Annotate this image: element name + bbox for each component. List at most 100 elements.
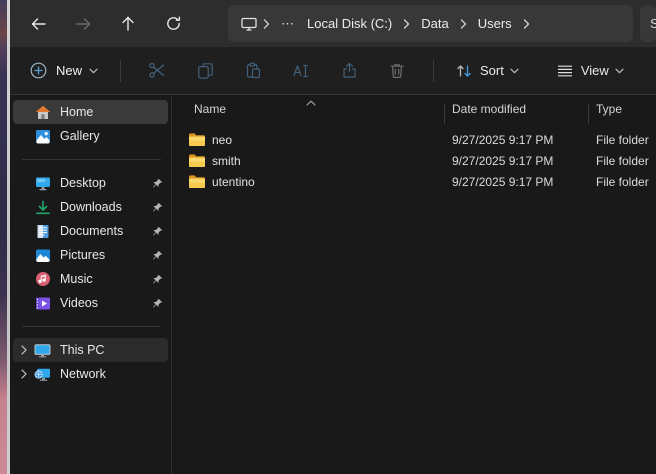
copy-button[interactable] [181, 54, 229, 88]
sidebar-item-documents[interactable]: Documents [13, 219, 168, 243]
share-button[interactable] [325, 54, 373, 88]
column-header-type[interactable]: Type [588, 102, 656, 116]
breadcrumb-chevron-icon [263, 19, 270, 29]
navigation-bar: ⋯ Local Disk (C:) Data Users Sea [10, 0, 656, 47]
folder-icon [189, 154, 205, 167]
chevron-down-icon [615, 68, 624, 74]
search-text: Sea [650, 16, 656, 31]
sidebar-item-pictures[interactable]: Pictures [13, 243, 168, 267]
home-icon [34, 104, 51, 121]
sidebar-item-label: Music [60, 272, 146, 286]
sort-ascending-caret-icon [306, 95, 316, 109]
refresh-icon [165, 15, 182, 32]
folder-icon [189, 133, 205, 146]
pin-icon [146, 178, 168, 189]
back-arrow-icon [30, 16, 47, 32]
breadcrumb-chevron-icon [403, 19, 410, 29]
view-button-label: View [581, 63, 609, 78]
sidebar-item-music[interactable]: Music [13, 267, 168, 291]
sidebar-item-label: Desktop [60, 176, 146, 190]
sort-button[interactable]: Sort [446, 54, 529, 88]
file-type: File folder [588, 175, 656, 189]
share-icon [341, 62, 358, 79]
gallery-icon [34, 128, 51, 145]
sidebar-item-videos[interactable]: Videos [13, 291, 168, 315]
table-row[interactable]: smith 9/27/2025 9:17 PM File folder [172, 150, 656, 171]
rename-button[interactable] [277, 54, 325, 88]
file-date-modified: 9/27/2025 9:17 PM [444, 175, 588, 189]
file-date-modified: 9/27/2025 9:17 PM [444, 154, 588, 168]
cut-button[interactable] [133, 54, 181, 88]
more-options-button[interactable] [648, 54, 656, 88]
this-pc-icon [34, 342, 51, 359]
up-button[interactable] [113, 9, 143, 39]
column-header-date-modified[interactable]: Date modified [444, 102, 588, 116]
paste-button[interactable] [229, 54, 277, 88]
downloads-icon [34, 199, 51, 216]
sidebar-item-label: Gallery [60, 129, 146, 143]
sidebar-divider [22, 326, 161, 327]
table-row[interactable]: utentino 9/27/2025 9:17 PM File folder [172, 171, 656, 192]
address-bar[interactable]: ⋯ Local Disk (C:) Data Users [228, 5, 633, 42]
file-name: neo [212, 133, 232, 147]
sidebar-divider [22, 159, 161, 160]
up-arrow-icon [120, 15, 136, 32]
column-headers: Name Date modified Type [172, 96, 656, 122]
sidebar-item-home[interactable]: Home [13, 100, 168, 124]
pin-icon [146, 274, 168, 285]
plus-circle-icon [30, 62, 47, 79]
view-button[interactable]: View [547, 54, 634, 88]
pin-icon [146, 250, 168, 261]
file-date-modified: 9/27/2025 9:17 PM [444, 133, 588, 147]
new-button[interactable]: New [20, 54, 108, 88]
breadcrumb-overflow-button[interactable]: ⋯ [275, 16, 301, 32]
music-icon [34, 271, 51, 288]
sidebar-item-downloads[interactable]: Downloads [13, 195, 168, 219]
sidebar-item-label: Home [60, 105, 146, 119]
breadcrumb-item-local-disk[interactable]: Local Disk (C:) [301, 16, 398, 31]
sidebar-item-label: This PC [60, 343, 146, 357]
sidebar-item-this-pc[interactable]: This PC [13, 338, 168, 362]
pin-icon [146, 202, 168, 213]
table-row[interactable]: neo 9/27/2025 9:17 PM File folder [172, 129, 656, 150]
paste-icon [245, 62, 262, 79]
chevron-down-icon [510, 68, 519, 74]
breadcrumb-item-users[interactable]: Users [472, 16, 518, 31]
sidebar-item-network[interactable]: Network [13, 362, 168, 386]
search-input[interactable]: Sea [640, 5, 656, 42]
file-type: File folder [588, 154, 656, 168]
toolbar-separator [120, 60, 121, 82]
breadcrumb-item-data[interactable]: Data [415, 16, 454, 31]
view-icon [557, 64, 573, 78]
file-name: smith [212, 154, 241, 168]
folder-icon [189, 175, 205, 188]
desktop-icon [34, 175, 51, 192]
trash-icon [389, 62, 405, 79]
command-toolbar: New [10, 47, 656, 95]
file-type: File folder [588, 133, 656, 147]
back-button[interactable] [23, 9, 53, 39]
forward-button[interactable] [68, 9, 98, 39]
sidebar-item-desktop[interactable]: Desktop [13, 171, 168, 195]
sidebar-item-label: Network [60, 367, 146, 381]
toolbar-separator [433, 60, 434, 82]
this-pc-crumb-icon [240, 16, 258, 32]
sidebar-item-label: Downloads [60, 200, 146, 214]
file-name: utentino [212, 175, 255, 189]
expand-chevron-icon[interactable] [13, 369, 34, 379]
navigation-pane: Home Gallery Deskt [10, 96, 171, 474]
sidebar-item-label: Pictures [60, 248, 146, 262]
rename-icon [292, 63, 310, 79]
breadcrumb-chevron-icon [460, 19, 467, 29]
expand-chevron-icon[interactable] [13, 345, 34, 355]
sidebar-item-gallery[interactable]: Gallery [13, 124, 168, 148]
forward-arrow-icon [75, 16, 92, 32]
desktop-background-sliver [0, 0, 10, 474]
window-body: Home Gallery Deskt [10, 96, 656, 474]
delete-button[interactable] [373, 54, 421, 88]
refresh-button[interactable] [158, 9, 188, 39]
breadcrumb-chevron-icon [523, 19, 530, 29]
pictures-icon [34, 247, 51, 264]
network-icon [34, 366, 51, 383]
sort-button-label: Sort [480, 63, 504, 78]
